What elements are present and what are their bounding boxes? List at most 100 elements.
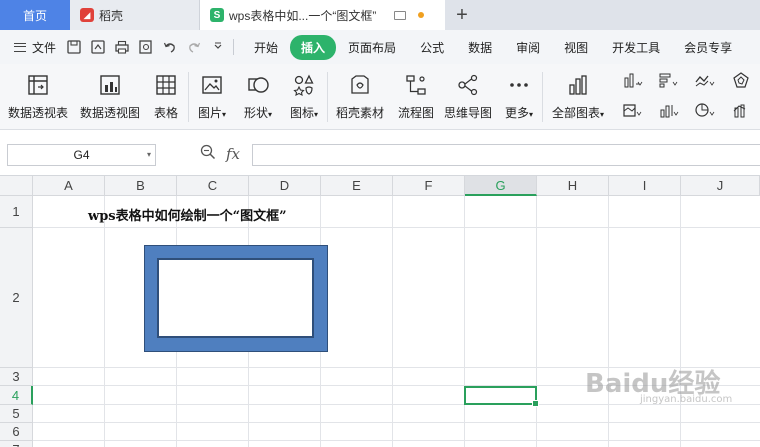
- daoke-logo-icon: ◢: [80, 8, 94, 22]
- save-icon[interactable]: [66, 40, 81, 55]
- hamburger-icon: [14, 42, 26, 52]
- tab-document-label: wps表格中如...一个“图文框”: [229, 8, 377, 23]
- grid-line: [536, 196, 537, 447]
- more-label-text: 更多: [504, 106, 529, 120]
- icon-label: 图标▾: [290, 104, 318, 121]
- row-header-1[interactable]: 1: [0, 196, 33, 228]
- new-tab-button[interactable]: +: [445, 0, 479, 30]
- row-header-7[interactable]: 7: [0, 441, 33, 447]
- column-header-f[interactable]: F: [393, 176, 465, 196]
- baidu-watermark-url: jingyan.baidu.com: [640, 394, 733, 405]
- column-header-b[interactable]: B: [105, 176, 177, 196]
- mindmap-button[interactable]: 思维导图: [440, 64, 496, 130]
- title-cell-text[interactable]: wps表格中如何绘制一个“图文框”: [88, 205, 287, 224]
- print-icon[interactable]: [114, 40, 129, 55]
- export-pdf-icon[interactable]: [90, 40, 105, 55]
- redo-icon[interactable]: [186, 40, 201, 55]
- grid-line: [33, 440, 760, 441]
- stock-chart-icon[interactable]: [657, 101, 681, 119]
- icon-button[interactable]: 图标▾: [281, 64, 327, 130]
- undo-icon[interactable]: [162, 40, 177, 55]
- formula-input[interactable]: [252, 144, 760, 166]
- shape-button[interactable]: 形状▾: [235, 64, 281, 130]
- monitor-icon[interactable]: [394, 10, 407, 20]
- pie-chart-icon[interactable]: [693, 101, 717, 119]
- picture-label: 图片▾: [198, 104, 226, 121]
- menu-start[interactable]: 开始: [242, 39, 290, 56]
- more-label: 更多▾: [505, 104, 533, 121]
- area-chart-icon[interactable]: [621, 101, 645, 119]
- row-header-4[interactable]: 4: [0, 386, 33, 405]
- grid-line: [33, 422, 760, 423]
- row-header-3[interactable]: 3: [0, 368, 33, 386]
- row-header-6[interactable]: 6: [0, 423, 33, 441]
- grid-line: [104, 196, 105, 447]
- name-box-dropdown-icon[interactable]: ▾: [147, 150, 151, 159]
- all-charts-label: 全部图表▾: [552, 104, 604, 121]
- name-box-value: G4: [73, 148, 90, 162]
- column-chart-icon[interactable]: [621, 71, 645, 89]
- column-header-d[interactable]: D: [249, 176, 321, 196]
- combo-chart-icon[interactable]: [729, 101, 753, 119]
- print-preview-icon[interactable]: [138, 40, 153, 55]
- column-header-e[interactable]: E: [321, 176, 393, 196]
- tab-daoke[interactable]: ◢ 稻壳: [70, 0, 200, 30]
- column-header-i[interactable]: I: [609, 176, 681, 196]
- table-label: 表格: [153, 106, 178, 120]
- column-header-a[interactable]: A: [33, 176, 105, 196]
- grid-line: [680, 196, 681, 447]
- pivot-chart-button[interactable]: 数据透视图: [76, 64, 144, 130]
- text-frame-inner[interactable]: [157, 258, 314, 338]
- spreadsheet-grid[interactable]: A B C D E F G H I J 1 2 3 4 5 6 7 wps表格中…: [0, 176, 760, 447]
- daoke-material-button[interactable]: 稻壳素材: [328, 64, 392, 130]
- menu-member[interactable]: 会员专享: [672, 39, 744, 56]
- customize-toolbar-chevron-icon[interactable]: [210, 40, 225, 55]
- tab-home[interactable]: 首页: [0, 0, 70, 30]
- menu-page-layout[interactable]: 页面布局: [336, 39, 408, 56]
- column-header-g[interactable]: G: [465, 176, 537, 196]
- daoke-material-icon: [347, 72, 373, 98]
- file-menu[interactable]: 文件: [14, 39, 56, 56]
- menu-separator: [233, 39, 235, 55]
- flowchart-button[interactable]: 流程图: [392, 64, 440, 130]
- menu-view[interactable]: 视图: [552, 39, 600, 56]
- table-icon: [153, 72, 179, 98]
- menu-formulas[interactable]: 公式: [408, 39, 456, 56]
- icon-dropdown-caret-icon: ▾: [314, 110, 319, 119]
- insert-function-icon[interactable]: fx: [226, 145, 240, 163]
- tab-document[interactable]: S wps表格中如...一个“图文框”: [200, 0, 445, 30]
- zoom-search-icon[interactable]: [200, 144, 216, 163]
- ribbon-insert: 数据透视表 数据透视图 表格 图片▾ 形状▾ 图标▾ 稻壳素材 流程图 思维导图…: [0, 64, 760, 130]
- plus-icon: +: [456, 3, 468, 26]
- pivot-table-icon: [25, 72, 51, 98]
- column-header-j[interactable]: J: [681, 176, 760, 196]
- menu-items: 开始 插入 页面布局 公式 数据 审阅 视图 开发工具 会员专享: [242, 34, 744, 60]
- menu-review[interactable]: 审阅: [504, 39, 552, 56]
- menu-developer[interactable]: 开发工具: [600, 39, 672, 56]
- bar-chart-icon[interactable]: [657, 71, 681, 89]
- row-header-5[interactable]: 5: [0, 405, 33, 423]
- name-box[interactable]: G4 ▾: [7, 144, 156, 166]
- unsaved-dot-icon: [418, 12, 425, 18]
- select-all-corner[interactable]: [0, 176, 33, 196]
- more-button[interactable]: 更多▾: [496, 64, 542, 130]
- column-header-h[interactable]: H: [537, 176, 609, 196]
- menu-data[interactable]: 数据: [456, 39, 504, 56]
- line-chart-icon[interactable]: [693, 71, 717, 89]
- radar-chart-icon[interactable]: [729, 71, 753, 89]
- picture-button[interactable]: 图片▾: [189, 64, 235, 130]
- column-header-c[interactable]: C: [177, 176, 249, 196]
- all-charts-dropdown-caret-icon: ▾: [600, 110, 605, 119]
- row-header-2[interactable]: 2: [0, 228, 33, 368]
- table-button[interactable]: 表格: [144, 64, 188, 130]
- all-charts-button[interactable]: 全部图表▾: [543, 64, 613, 130]
- pivot-table-button[interactable]: 数据透视表: [0, 64, 76, 130]
- pivot-table-label: 数据透视表: [7, 106, 68, 120]
- tab-daoke-label: 稻壳: [99, 8, 124, 23]
- picture-icon: [199, 72, 225, 98]
- more-dropdown-caret-icon: ▾: [529, 110, 534, 119]
- active-cell-g4[interactable]: [464, 386, 539, 407]
- text-frame-shape[interactable]: [144, 245, 328, 352]
- formula-tools: fx: [200, 144, 240, 163]
- menu-insert[interactable]: 插入: [290, 34, 337, 60]
